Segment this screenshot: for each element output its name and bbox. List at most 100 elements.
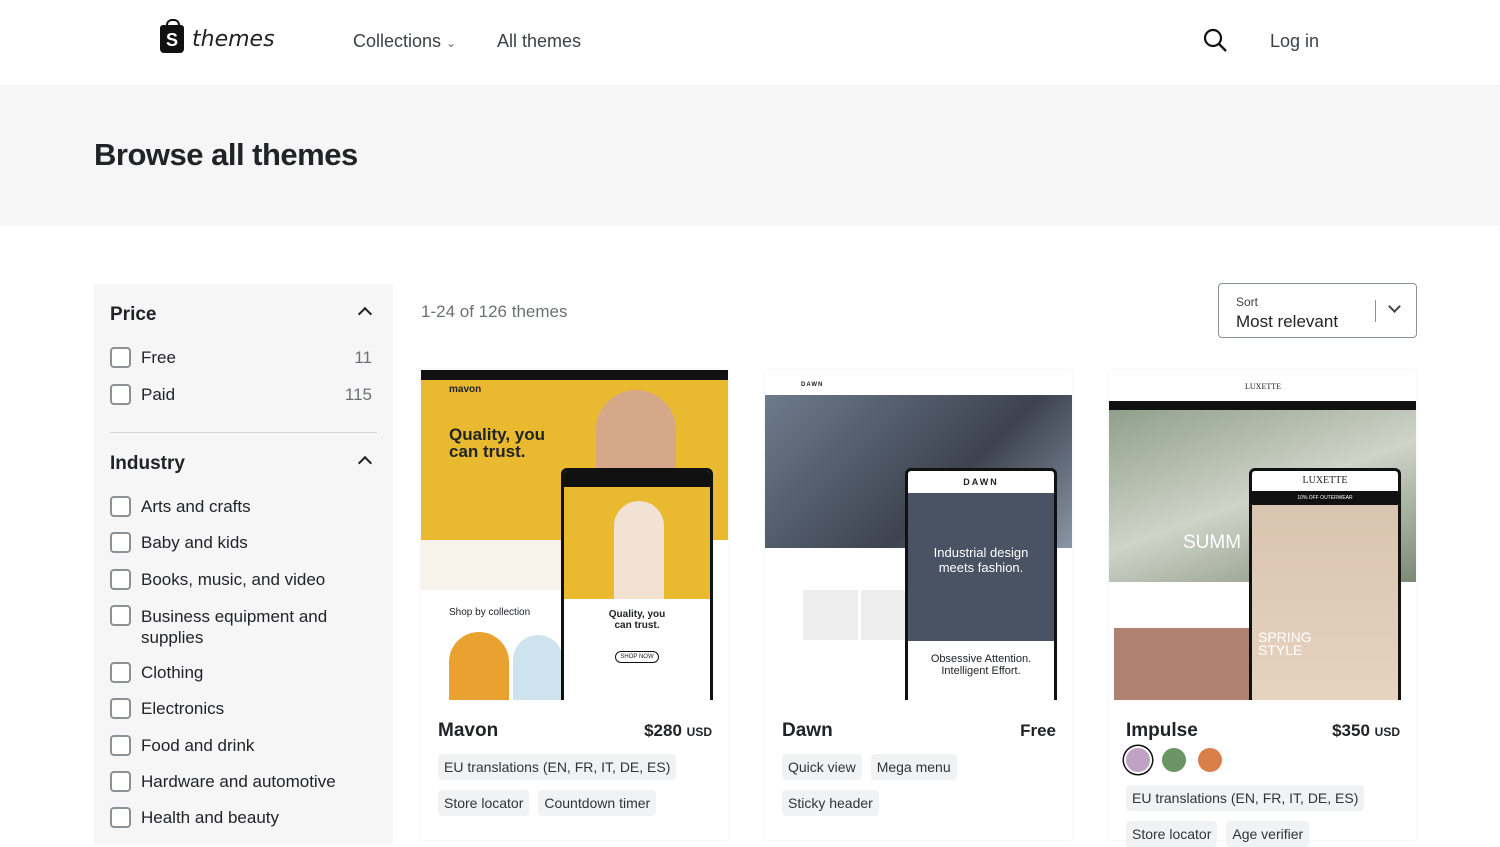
preview-brand: mavon [449, 384, 482, 395]
feature-tags: EU translations (EN, FR, IT, DE, ES) Sto… [1126, 785, 1406, 847]
chevron-up-icon[interactable] [357, 306, 373, 322]
option-label: Books, music, and video [141, 570, 326, 589]
preview-hero-word: SUMM [1183, 532, 1242, 553]
feature-tag: EU translations (EN, FR, IT, DE, ES) [1126, 785, 1365, 811]
swatch-green[interactable] [1162, 748, 1186, 772]
preview-subtitle: Obsessive Attention. Intelligent Effort. [930, 653, 1032, 677]
option-label: Electronics [141, 699, 225, 718]
theme-preview-image[interactable]: LUXETTE SUMM LUXETTE 10% OFF OUTERWEAR S… [1109, 370, 1416, 700]
option-count: 115 [344, 385, 372, 404]
filter-option-free[interactable]: Free 11 [110, 347, 372, 368]
price-value: $280 [644, 721, 682, 740]
option-label: Baby and kids [141, 533, 248, 552]
filter-option[interactable]: Food and drink [110, 735, 372, 756]
shopify-themes-logo[interactable]: S themes [160, 19, 275, 53]
page-title: Browse all themes [94, 137, 358, 172]
filter-option[interactable]: Clothing [110, 662, 372, 683]
preview-headline: Quality, you can trust. [449, 425, 546, 461]
checkbox[interactable] [110, 698, 131, 719]
feature-tags: EU translations (EN, FR, IT, DE, ES) Sto… [438, 754, 718, 816]
currency: USD [1374, 725, 1400, 739]
filter-option[interactable]: Baby and kids [110, 532, 372, 553]
theme-name[interactable]: Dawn [782, 720, 833, 742]
option-label: Business equipment and supplies [141, 607, 328, 647]
nav-all-themes[interactable]: All themes [497, 31, 581, 52]
feature-tag: Age verifier [1226, 821, 1310, 847]
divider [1375, 300, 1376, 322]
preview-brand: LUXETTE [1302, 475, 1348, 486]
theme-card-dawn[interactable]: DAWN DAWN Industrial design meets fashio… [765, 370, 1072, 840]
industry-filter-title[interactable]: Industry [110, 453, 185, 475]
filter-option[interactable]: Electronics [110, 698, 372, 719]
checkbox[interactable] [110, 662, 131, 683]
checkbox[interactable] [110, 605, 131, 626]
option-count: 11 [354, 348, 372, 367]
preview-section: Shop by collection [449, 607, 531, 618]
theme-name[interactable]: Mavon [438, 720, 498, 742]
feature-tag: Countdown timer [538, 790, 657, 816]
sort-label: Sort [1236, 295, 1259, 309]
chevron-down-icon: ⌄ [446, 36, 457, 50]
login-link[interactable]: Log in [1270, 31, 1319, 52]
logo-text: themes [192, 26, 275, 52]
color-swatches [1126, 748, 1234, 777]
nav-collections[interactable]: Collections ⌄ [353, 31, 456, 52]
site-header: S themes Collections ⌄ All themes Log in [0, 0, 1500, 85]
filter-option[interactable]: Books, music, and video [110, 569, 372, 590]
checkbox[interactable] [110, 532, 131, 553]
filter-option[interactable]: Business equipment and supplies [110, 605, 372, 648]
preview-brand: DAWN [801, 382, 824, 388]
filter-option[interactable]: Health and beauty [110, 807, 372, 828]
checkbox[interactable] [110, 771, 131, 792]
feature-tag: Sticky header [782, 790, 879, 816]
divider [110, 432, 377, 433]
shopify-bag-icon: S [160, 19, 184, 53]
option-label: Paid [141, 385, 176, 404]
theme-preview-image[interactable]: mavon Quality, you can trust. Shop by co… [421, 370, 728, 700]
feature-tag: Store locator [1126, 821, 1218, 847]
checkbox[interactable] [110, 569, 131, 590]
price-filter-title[interactable]: Price [110, 304, 156, 326]
swatch-lilac[interactable] [1126, 748, 1150, 772]
checkbox[interactable] [110, 496, 131, 517]
option-label: Health and beauty [141, 808, 279, 827]
checkbox[interactable] [110, 807, 131, 828]
checkbox[interactable] [110, 735, 131, 756]
feature-tag: Mega menu [870, 754, 957, 780]
price-value: $350 [1332, 721, 1370, 740]
theme-card-impulse[interactable]: LUXETTE SUMM LUXETTE 10% OFF OUTERWEAR S… [1109, 370, 1416, 847]
feature-tag: Store locator [438, 790, 530, 816]
feature-tags: Quick view Mega menu Sticky header [782, 754, 1062, 816]
preview-headline: Industrial design meets fashion. [908, 493, 1054, 641]
filter-option-paid[interactable]: Paid 115 [110, 384, 372, 405]
option-label: Arts and crafts [141, 497, 251, 516]
feature-tag: Quick view [782, 754, 862, 780]
option-label: Hardware and automotive [141, 772, 336, 791]
checkbox[interactable] [110, 384, 131, 405]
preview-button: SHOP NOW [615, 651, 659, 663]
preview-brand: LUXETTE [1245, 382, 1281, 391]
chevron-up-icon[interactable] [357, 455, 373, 471]
search-icon[interactable] [1203, 28, 1227, 52]
filter-option[interactable]: Arts and crafts [110, 496, 372, 517]
preview-headline: SPRING STYLE [1258, 629, 1312, 658]
theme-card-mavon[interactable]: mavon Quality, you can trust. Shop by co… [421, 370, 728, 840]
checkbox[interactable] [110, 347, 131, 368]
sort-value: Most relevant [1236, 312, 1339, 331]
theme-preview-image[interactable]: DAWN DAWN Industrial design meets fashio… [765, 370, 1072, 700]
theme-name[interactable]: Impulse [1126, 720, 1198, 742]
filter-option[interactable]: Hardware and automotive [110, 771, 372, 792]
preview-brand: DAWN [963, 477, 999, 487]
option-label: Free [141, 348, 176, 367]
swatch-orange[interactable] [1198, 748, 1222, 772]
option-label: Clothing [141, 663, 204, 682]
currency: USD [686, 725, 712, 739]
theme-price: $350 USD [1332, 721, 1400, 741]
sort-select[interactable]: Sort Most relevant [1218, 283, 1417, 338]
theme-price: $280 USD [644, 721, 712, 741]
feature-tag: EU translations (EN, FR, IT, DE, ES) [438, 754, 677, 780]
hero-banner: Browse all themes [0, 85, 1500, 226]
preview-promo: 10% OFF OUTERWEAR [1252, 491, 1398, 505]
option-label: Food and drink [141, 736, 255, 755]
filter-sidebar: Price Free 11 Paid 115 Industry Arts and c… [94, 284, 393, 844]
